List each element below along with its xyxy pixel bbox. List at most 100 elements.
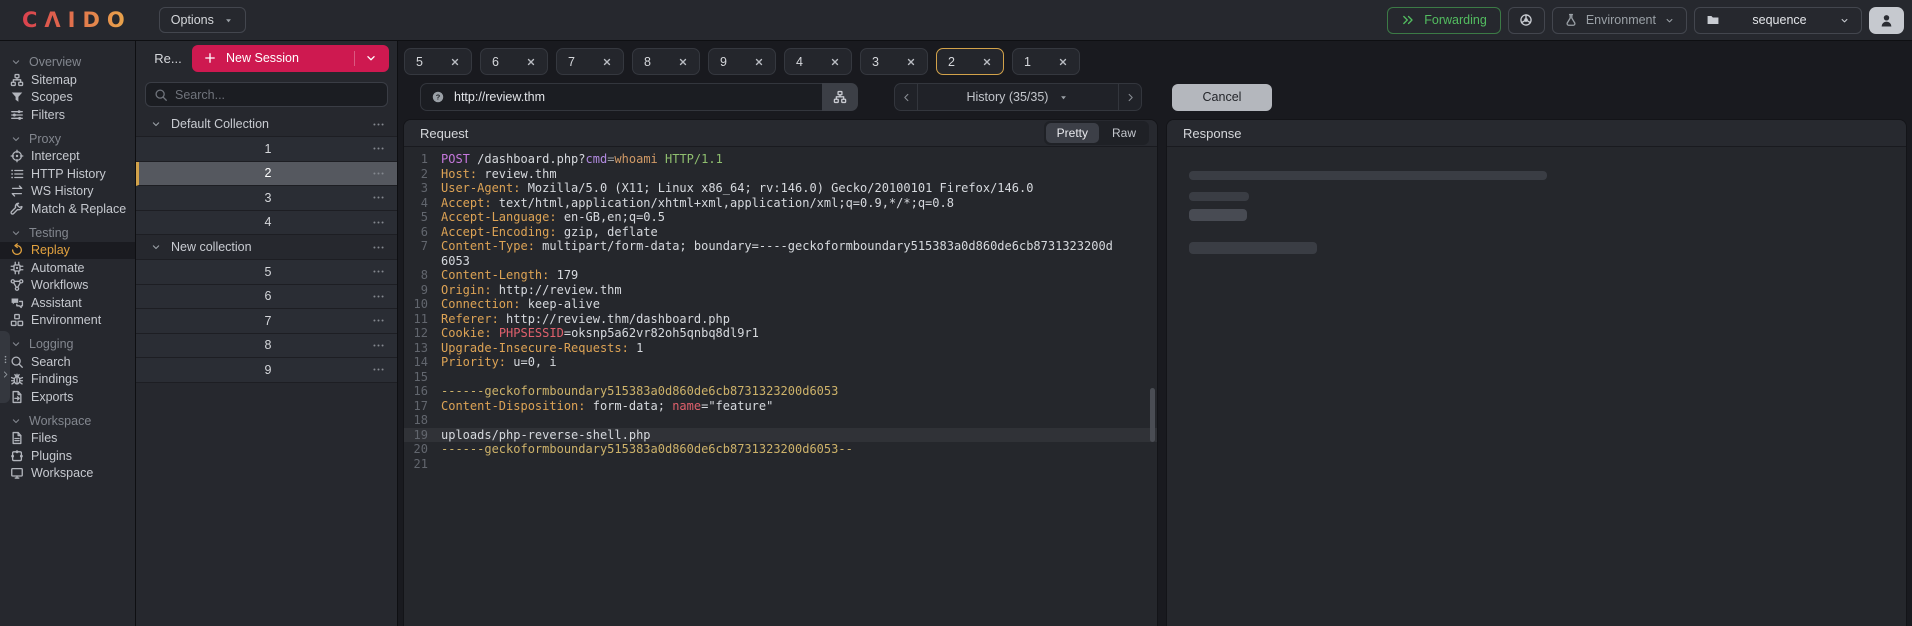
sidebar-group-label: Testing — [29, 225, 69, 240]
session-item-7[interactable]: 7 — [136, 309, 397, 334]
session-tab-7[interactable]: 7 — [556, 48, 624, 75]
sidebar-group-proxy[interactable]: Proxy — [0, 130, 135, 148]
session-item-label: 4 — [264, 215, 272, 230]
sidebar-item-plugins[interactable]: Plugins — [0, 447, 135, 465]
sidebar-item-workspace[interactable]: Workspace — [0, 465, 135, 483]
sidebar-group-testing[interactable]: Testing — [0, 224, 135, 242]
more-options-icon[interactable] — [372, 363, 385, 376]
sidebar-group-logging[interactable]: Logging — [0, 335, 135, 353]
session-item-5[interactable]: 5 — [136, 260, 397, 285]
forwarding-button[interactable]: Forwarding — [1387, 6, 1501, 34]
session-item-2[interactable]: 2 — [136, 161, 397, 186]
sidebar-group-workspace[interactable]: Workspace — [0, 412, 135, 430]
session-tab-4[interactable]: 4 — [784, 48, 852, 75]
tab-label: 8 — [644, 54, 651, 69]
sidebar-item-assistant[interactable]: Assistant — [0, 294, 135, 312]
sidebar-item-intercept[interactable]: Intercept — [0, 148, 135, 166]
new-session-button[interactable]: New Session — [192, 44, 389, 72]
session-item-9[interactable]: 9 — [136, 358, 397, 383]
session-tab-3[interactable]: 3 — [860, 48, 928, 75]
more-options-icon[interactable] — [372, 265, 385, 278]
close-icon[interactable] — [526, 57, 536, 67]
sidebar-item-files[interactable]: Files — [0, 430, 135, 448]
request-title: Request — [420, 125, 469, 141]
session-tab-1[interactable]: 1 — [1012, 48, 1080, 75]
sidebar-item-label: Workflows — [31, 278, 89, 293]
code-line: 12 Cookie: PHPSESSID=oksnp5a62vr82oh5qnbq… — [404, 326, 1157, 341]
response-title: Response — [1183, 125, 1242, 141]
sidebar-item-exports[interactable]: Exports — [0, 388, 135, 406]
more-options-icon[interactable] — [372, 142, 385, 155]
code-text: User-Agent: Mozilla/5.0 (X11; Linux x86_… — [441, 181, 1034, 195]
more-options-icon[interactable] — [372, 314, 385, 327]
session-search[interactable] — [145, 82, 388, 107]
sidebar-item-findings[interactable]: Findings — [0, 371, 135, 389]
project-dropdown[interactable]: sequence — [1694, 6, 1862, 34]
request-scrollbar-thumb[interactable] — [1150, 388, 1155, 442]
sidebar-group-label: Proxy — [29, 131, 61, 146]
sidebar-item-scopes[interactable]: Scopes — [0, 89, 135, 107]
session-item-3[interactable]: 3 — [136, 186, 397, 211]
session-item-4[interactable]: 4 — [136, 210, 397, 235]
environment-dropdown[interactable]: Environment — [1551, 6, 1687, 34]
session-item-1[interactable]: 1 — [136, 137, 397, 162]
sitemap-connect-button[interactable] — [822, 83, 858, 111]
sidebar-item-search[interactable]: Search — [0, 353, 135, 371]
history-dropdown[interactable]: History (35/35) — [917, 83, 1119, 111]
sidebar-item-workflows[interactable]: Workflows — [0, 277, 135, 295]
sidebar-item-filters[interactable]: Filters — [0, 106, 135, 124]
sidebar-item-sitemap[interactable]: Sitemap — [0, 71, 135, 89]
sidebar-item-ws-history[interactable]: WS History — [0, 183, 135, 201]
chevron-down-icon[interactable] — [364, 51, 378, 65]
session-tab-8[interactable]: 8 — [632, 48, 700, 75]
code-line: 18 — [404, 413, 1157, 428]
cancel-button[interactable]: Cancel — [1172, 83, 1272, 111]
close-icon[interactable] — [678, 57, 688, 67]
sidebar-item-match-replace[interactable]: Match & Replace — [0, 200, 135, 218]
more-options-icon[interactable] — [372, 118, 385, 131]
chat-icon — [10, 296, 24, 310]
sidebar-drag-handle[interactable] — [0, 331, 10, 403]
history-forward-button[interactable] — [1119, 83, 1142, 111]
code-line: 9 Origin: http://review.thm — [404, 283, 1157, 298]
session-search-input[interactable] — [175, 87, 379, 102]
session-tab-5[interactable]: 5 — [404, 48, 472, 75]
pretty-button[interactable]: Pretty — [1045, 123, 1099, 143]
close-icon[interactable] — [982, 57, 992, 67]
close-icon[interactable] — [450, 57, 460, 67]
user-avatar-button[interactable] — [1869, 6, 1904, 34]
sidebar-item-http-history[interactable]: HTTP History — [0, 165, 135, 183]
session-tab-9[interactable]: 9 — [708, 48, 776, 75]
session-tab-2[interactable]: 2 — [936, 48, 1004, 75]
sidebar-item-environment[interactable]: Environment — [0, 312, 135, 330]
history-back-button[interactable] — [894, 83, 917, 111]
collection-header-default-collection[interactable]: Default Collection — [136, 112, 397, 137]
request-editor[interactable]: 1 POST /dashboard.php?cmd=whoami HTTP/1.1… — [404, 147, 1157, 626]
close-icon[interactable] — [1058, 57, 1068, 67]
more-options-icon[interactable] — [372, 191, 385, 204]
more-options-icon[interactable] — [372, 290, 385, 303]
url-input[interactable]: ? http://review.thm — [420, 83, 822, 111]
replay-pane-tab[interactable]: Re... — [144, 51, 192, 66]
browser-button[interactable] — [1507, 6, 1545, 34]
code-text: uploads/php-reverse-shell.php — [441, 427, 651, 442]
more-options-icon[interactable] — [372, 216, 385, 229]
options-button[interactable]: Options — [158, 7, 246, 33]
session-item-8[interactable]: 8 — [136, 333, 397, 358]
session-item-6[interactable]: 6 — [136, 284, 397, 309]
session-tab-6[interactable]: 6 — [480, 48, 548, 75]
sidebar-item-automate[interactable]: Automate — [0, 259, 135, 277]
close-icon[interactable] — [830, 57, 840, 67]
more-options-icon[interactable] — [372, 167, 385, 180]
close-icon[interactable] — [906, 57, 916, 67]
raw-button[interactable]: Raw — [1101, 123, 1147, 143]
close-icon[interactable] — [602, 57, 612, 67]
close-icon[interactable] — [754, 57, 764, 67]
sidebar-item-replay[interactable]: Replay — [0, 241, 135, 259]
sitemap-icon — [833, 90, 847, 104]
collection-header-new-collection[interactable]: New collection — [136, 235, 397, 260]
more-options-icon[interactable] — [372, 339, 385, 352]
sidebar-group-overview[interactable]: Overview — [0, 53, 135, 71]
chevron-down-icon — [10, 415, 22, 427]
more-options-icon[interactable] — [372, 241, 385, 254]
